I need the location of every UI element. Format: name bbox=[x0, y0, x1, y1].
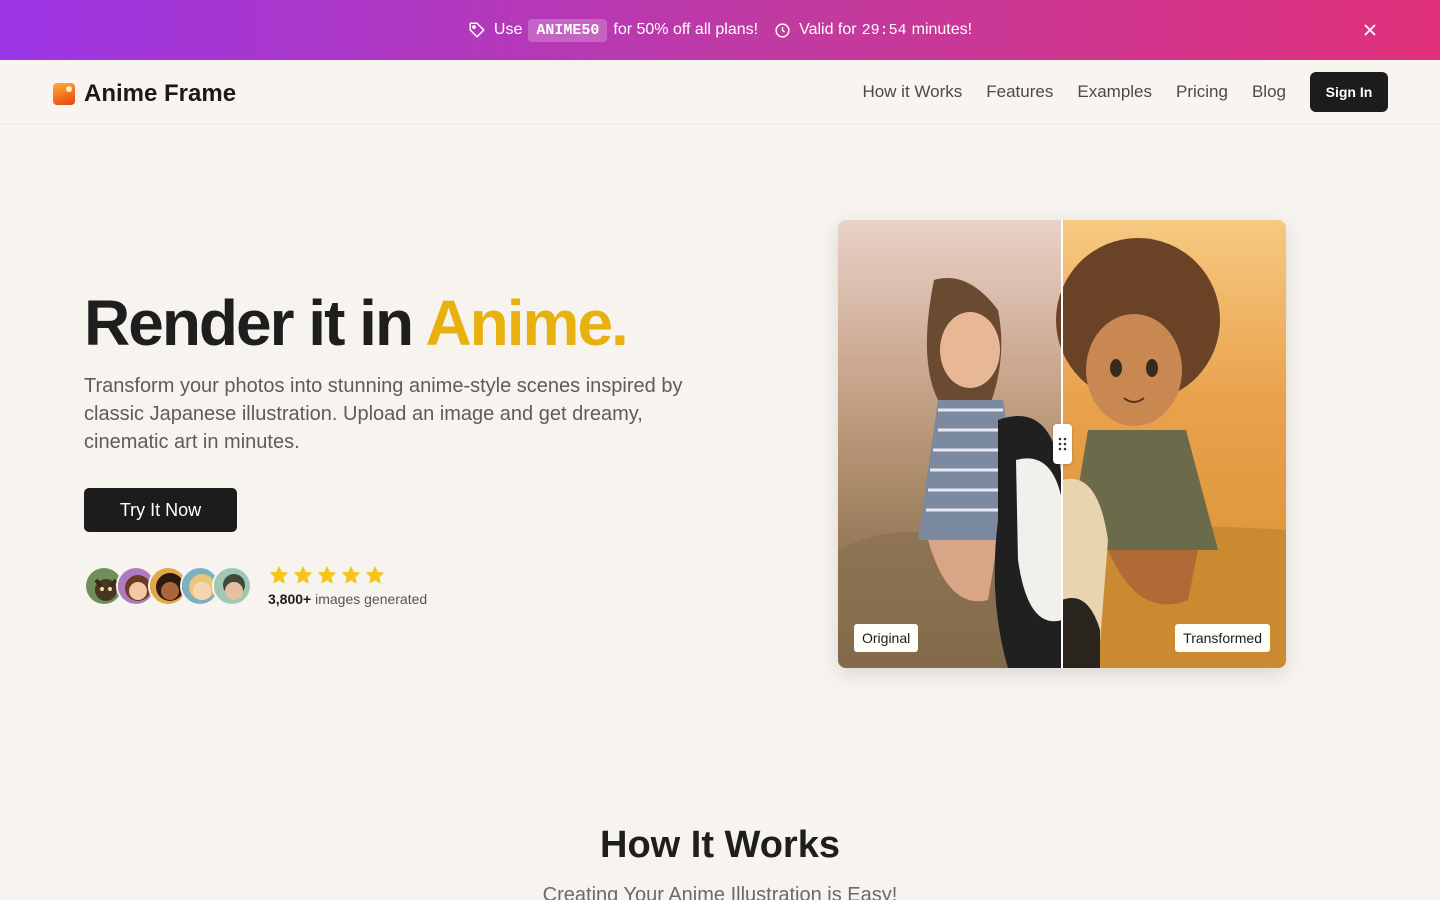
nav-links: How it Works Features Examples Pricing B… bbox=[862, 82, 1286, 102]
how-it-works-title: How It Works bbox=[600, 824, 840, 866]
brand-name: Anime Frame bbox=[84, 80, 237, 107]
top-navigation: Anime Frame How it Works Features Exampl… bbox=[0, 60, 1440, 124]
sign-in-button[interactable]: Sign In bbox=[1310, 72, 1388, 112]
star-icon bbox=[365, 565, 385, 584]
user-avatars bbox=[84, 566, 252, 606]
promo-valid-prefix: Valid for bbox=[799, 21, 857, 38]
original-label: Original bbox=[854, 624, 919, 652]
star-icon bbox=[269, 565, 289, 584]
clock-icon bbox=[774, 22, 791, 39]
nav-link-examples[interactable]: Examples bbox=[1077, 82, 1152, 102]
hero-title-accent: Anime. bbox=[425, 287, 628, 359]
images-count-number: 3,800+ bbox=[268, 591, 312, 607]
hero-subtitle: Transform your photos into stunning anim… bbox=[84, 375, 683, 453]
star-icon bbox=[317, 565, 337, 584]
promo-code[interactable]: ANIME50 bbox=[528, 18, 608, 42]
images-count-label: images generated bbox=[315, 591, 428, 607]
star-icon bbox=[293, 565, 313, 584]
star-icon bbox=[341, 565, 361, 584]
nav-link-features[interactable]: Features bbox=[986, 82, 1053, 102]
promo-offer-text: for 50% off all plans! bbox=[613, 21, 759, 38]
promo-use-text: Use bbox=[493, 21, 523, 38]
promo-banner: Use ANIME50 for 50% off all plans! Valid… bbox=[0, 0, 1440, 60]
social-proof: 3,800+ images generated bbox=[268, 564, 427, 607]
images-count: 3,800+ images generated bbox=[268, 591, 427, 607]
promo-timer: 29:54 bbox=[861, 21, 907, 39]
close-icon[interactable] bbox=[1360, 20, 1380, 40]
transformed-illustration bbox=[1056, 220, 1286, 668]
nav-link-pricing[interactable]: Pricing bbox=[1176, 82, 1228, 102]
how-it-works-subtitle: Creating Your Anime Illustration is Easy… bbox=[542, 884, 898, 900]
original-photo bbox=[838, 220, 1062, 668]
try-it-now-button[interactable]: Try It Now bbox=[84, 488, 237, 532]
before-after-slider[interactable]: Original Transformed bbox=[838, 220, 1286, 668]
brand-logo[interactable]: Anime Frame bbox=[53, 80, 236, 108]
hero-title-main: Render it in bbox=[84, 287, 426, 359]
avatar bbox=[212, 566, 252, 606]
logo-icon bbox=[53, 83, 75, 105]
rating-stars bbox=[268, 564, 427, 588]
tag-icon bbox=[468, 21, 486, 39]
nav-link-blog[interactable]: Blog bbox=[1252, 82, 1286, 102]
transformed-label: Transformed bbox=[1175, 624, 1270, 652]
hero-title: Render it in Anime. bbox=[84, 286, 629, 360]
promo-valid-suffix: minutes! bbox=[911, 21, 973, 38]
drag-handle-icon[interactable] bbox=[1053, 424, 1072, 464]
nav-link-how-it-works[interactable]: How it Works bbox=[862, 82, 962, 102]
